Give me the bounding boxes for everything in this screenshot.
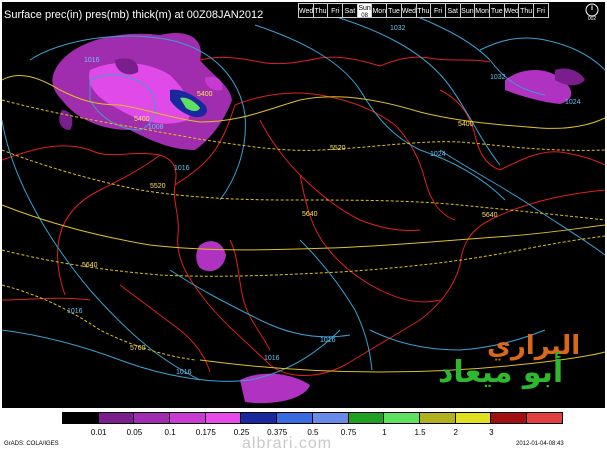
thickness-label: 5400: [134, 116, 150, 123]
colorbar-swatch: [204, 412, 242, 424]
colorbar-swatch: [169, 412, 206, 424]
colorbar-label: 1: [382, 428, 387, 437]
colorbar-label: 3: [489, 428, 494, 437]
day-label: Mon: [372, 8, 387, 15]
day-label: Wed: [504, 8, 519, 15]
isobar-label: 1032: [390, 25, 406, 32]
thickness-label: 5400: [197, 91, 213, 98]
clock-label: 002: [588, 16, 597, 21]
clock-icon: 002: [585, 3, 599, 21]
day-label: Thu: [314, 8, 327, 15]
day-cell-15[interactable]: Thu: [518, 3, 534, 18]
day-label: Wed: [299, 8, 314, 15]
colorbar-swatch: [311, 412, 349, 424]
colorbar-swatch: [276, 412, 313, 424]
day-sub-label: 08: [361, 13, 368, 19]
colorbar-label: 0.1: [164, 428, 176, 437]
colorbar-swatch: [347, 412, 385, 424]
logo-line2: أبو ميعاد: [438, 355, 564, 390]
colorbar-swatch: [133, 412, 171, 424]
isobar-label: 1016: [67, 308, 83, 315]
day-label: Tue: [388, 8, 400, 15]
thickness-label: 5400: [458, 121, 474, 128]
isobar-label: 1016: [320, 337, 336, 344]
day-cell-14[interactable]: Wed: [503, 3, 520, 18]
colorbar-label: 2: [453, 428, 458, 437]
precipitation-colorbar: [62, 412, 563, 424]
forecast-day-strip[interactable]: Wed Thu Fri Sat Sun 08 Mon Tue Wed Thu Fri Sat Sun Mo…: [298, 3, 549, 19]
day-label: Sat: [447, 8, 458, 15]
colorbar-swatch: [525, 412, 563, 424]
day-cell-16[interactable]: Fri: [533, 3, 549, 18]
thickness-label: 5640: [302, 211, 318, 218]
isobar-label: 1016: [174, 165, 190, 172]
day-label: Fri: [433, 8, 443, 15]
day-label: Mon: [475, 8, 489, 15]
colorbar-label: 0.175: [195, 428, 216, 437]
colorbar-swatch: [454, 412, 492, 424]
colorbar-swatch: [62, 412, 99, 424]
watermark: albrari.com: [242, 435, 333, 452]
isobar-label: 1024: [565, 99, 581, 106]
day-label: Fri: [536, 8, 545, 15]
day-label: Sat: [344, 8, 356, 15]
colorbar-swatch: [418, 412, 456, 424]
day-cell-2[interactable]: Fri: [327, 3, 344, 18]
colorbar-label: 1.5: [414, 428, 426, 437]
day-label: Sun: [358, 5, 371, 12]
isobar-label: 1016: [264, 355, 280, 362]
thickness-label: 5760: [130, 345, 146, 352]
day-cell-3[interactable]: Sat: [342, 3, 358, 18]
isobar-label: 1016: [84, 57, 100, 64]
day-label: Tue: [490, 8, 503, 15]
day-cell-1[interactable]: Thu: [312, 3, 329, 18]
day-label: Thu: [417, 8, 430, 15]
day-cell-12[interactable]: Mon: [474, 3, 490, 18]
footer-timestamp: 2012-01-04-08:43: [516, 441, 564, 447]
colorbar-swatch: [97, 412, 135, 424]
day-cell-10[interactable]: Sat: [444, 3, 461, 18]
day-label: Sun: [461, 8, 474, 15]
day-cell-6[interactable]: Tue: [386, 3, 402, 18]
colorbar-swatch: [490, 412, 527, 424]
day-cell-11[interactable]: Sun: [459, 3, 476, 18]
isobar-label: 1008: [148, 124, 164, 131]
day-cell-9[interactable]: Fri: [430, 3, 446, 18]
isobar-label: 1024: [430, 151, 446, 158]
thickness-label: 5520: [330, 145, 346, 152]
thickness-label: 5520: [150, 183, 166, 190]
thickness-label: 5640: [82, 262, 98, 269]
day-label: Wed: [401, 8, 417, 15]
colorbar-label: 0.01: [90, 428, 107, 437]
day-label: Fri: [331, 8, 340, 15]
colorbar-label: 0.75: [340, 428, 357, 437]
day-cell-13[interactable]: Tue: [488, 3, 505, 18]
isobar-label: 1032: [490, 74, 506, 81]
day-cell-8[interactable]: Thu: [415, 3, 432, 18]
colorbar-label: 0.05: [126, 428, 143, 437]
colorbar-swatch: [383, 412, 420, 424]
map-title: Surface prec(in) pres(mb) thick(m) at 00…: [4, 9, 264, 21]
day-cell-4[interactable]: Sun 08: [356, 3, 373, 19]
isobar-label: 1016: [176, 369, 192, 376]
footer-credit: GrADS: COLA/IGES: [4, 441, 59, 447]
day-cell-0[interactable]: Wed: [298, 3, 314, 18]
day-label: Thu: [520, 8, 533, 15]
weather-map-viewer: 5400 5400 5400 5520 5520 5640 5640 5640 5760 1016…: [0, 0, 607, 454]
thickness-label: 5640: [482, 212, 498, 219]
colorbar-swatch: [240, 412, 278, 424]
day-cell-5[interactable]: Mon: [371, 3, 388, 18]
day-cell-7[interactable]: Wed: [400, 3, 417, 18]
